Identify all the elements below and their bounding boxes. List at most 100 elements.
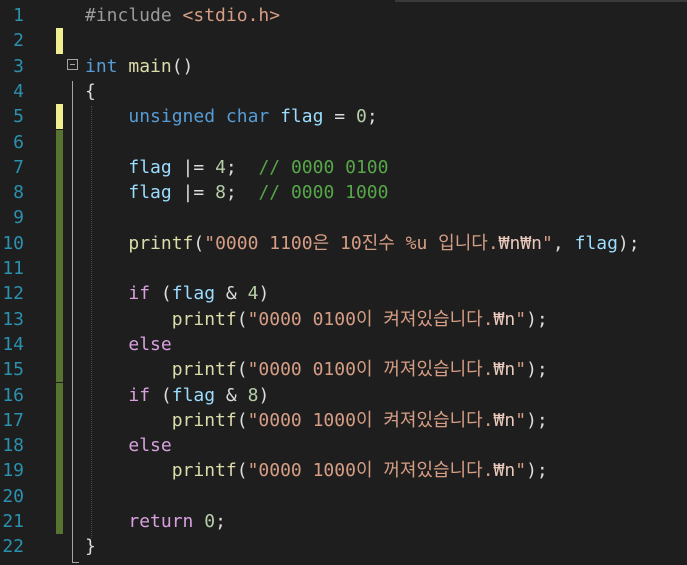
code-token: "	[515, 359, 527, 381]
line-number: 14	[2, 333, 24, 355]
code-line[interactable]: 12 if (flag & 4)	[0, 281, 687, 307]
code-token: ₩n	[493, 409, 516, 431]
code-text[interactable]: unsigned char flag = 0;	[85, 104, 377, 129]
line-number: 18	[2, 435, 24, 457]
code-line[interactable]: 21 return 0;	[0, 509, 687, 535]
code-token: (	[193, 232, 205, 254]
code-text[interactable]: printf("0000 0100이 꺼져있습니다.₩n");	[85, 357, 548, 382]
change-indicator	[56, 357, 63, 383]
line-number: 1	[13, 5, 24, 26]
code-line[interactable]: 17 printf("0000 1000이 켜져있습니다.₩n");	[0, 407, 687, 434]
code-token: "0000 0100이 켜져있습니다.	[247, 308, 494, 330]
change-indicator	[56, 458, 63, 484]
code-line[interactable]: 20	[0, 483, 687, 509]
code-text[interactable]: return 0;	[85, 509, 226, 534]
code-text[interactable]: flag |= 8; // 0000 1000	[85, 180, 388, 205]
line-number: 7	[13, 156, 24, 178]
change-indicator	[56, 382, 63, 408]
code-token: "0000 0100이 꺼져있습니다.	[247, 359, 494, 381]
code-token: &	[215, 384, 248, 406]
code-editor[interactable]: 1 #include <stdio.h> 2 3 int main() 4{5 unsig…	[0, 0, 687, 565]
code-line[interactable]: 11	[0, 256, 687, 282]
code-text[interactable]: flag |= 4; // 0000 0100	[85, 155, 388, 180]
code-token: "0000 1000이 켜져있습니다.	[247, 409, 494, 431]
code-line[interactable]: 7 flag |= 4; // 0000 0100	[0, 154, 687, 181]
code-token: 0	[355, 106, 367, 128]
collapse-icon[interactable]	[67, 58, 78, 70]
change-indicator	[56, 509, 63, 535]
code-line[interactable]: 5 unsigned char flag = 0;	[0, 104, 687, 130]
code-token: 4	[215, 156, 226, 178]
code-token: flag	[128, 182, 172, 204]
code-token: (	[236, 460, 248, 482]
code-token: );	[526, 308, 548, 330]
code-token: ,	[552, 232, 575, 254]
code-line[interactable]: 3 int main()	[0, 54, 687, 79]
code-line[interactable]: 15 printf("0000 0100이 꺼져있습니다.₩n");	[0, 357, 687, 383]
code-token: printf	[171, 409, 237, 431]
line-number: 11	[2, 258, 24, 279]
code-token: 8	[215, 182, 226, 204]
line-number: 15	[2, 359, 24, 381]
code-token: "	[542, 232, 553, 254]
code-token: return	[128, 511, 194, 532]
code-text[interactable]: printf("0000 0100이 켜져있습니다.₩n");	[85, 307, 548, 332]
code-token: ₩n	[493, 460, 516, 482]
code-text[interactable]: {	[85, 79, 96, 104]
code-token: (	[150, 283, 172, 305]
code-text[interactable]: }	[85, 534, 96, 559]
code-text[interactable]: printf("0000 1000이 꺼져있습니다.₩n");	[85, 458, 548, 483]
code-line[interactable]: 2	[0, 28, 687, 54]
fold-region-end	[72, 562, 79, 563]
code-text[interactable]: int main()	[85, 54, 193, 79]
code-token: "	[515, 308, 527, 330]
code-text[interactable]: if (flag & 8)	[85, 383, 269, 408]
code-line[interactable]: 22}	[0, 534, 687, 559]
code-token: ₩n₩n	[498, 232, 543, 254]
code-token: printf	[171, 359, 237, 381]
code-text[interactable]: #include <stdio.h>	[85, 3, 280, 28]
code-line[interactable]: 1 #include <stdio.h>	[0, 3, 687, 28]
code-text[interactable]: else	[85, 433, 171, 458]
code-line[interactable]: 6	[0, 129, 687, 155]
code-token: 8	[247, 384, 259, 406]
change-indicator	[56, 154, 63, 181]
code-token: flag	[574, 232, 618, 254]
code-line[interactable]: 10 printf("0000 1100은 10진수 %u 입니다.₩n₩n",…	[0, 230, 687, 256]
code-token: printf	[171, 308, 237, 330]
code-token: ₩n	[493, 359, 516, 381]
change-indicator	[56, 256, 63, 282]
code-token: ;	[215, 511, 226, 532]
code-token: // 0000 1000	[258, 182, 389, 204]
line-number: 13	[2, 308, 24, 330]
code-token: );	[526, 359, 548, 381]
code-text[interactable]: else	[85, 332, 171, 357]
code-line[interactable]: 14 else	[0, 331, 687, 358]
code-token: int	[85, 55, 118, 77]
code-token: )	[258, 384, 270, 406]
line-number: 17	[2, 409, 24, 431]
code-token: <stdio.h>	[182, 5, 281, 26]
code-line[interactable]: 18 else	[0, 433, 687, 459]
line-number: 3	[13, 55, 24, 77]
code-line[interactable]: 4{	[0, 79, 687, 104]
code-line[interactable]: 16 if (flag & 8)	[0, 382, 687, 408]
code-line[interactable]: 8 flag |= 8; // 0000 1000	[0, 180, 687, 206]
code-line[interactable]: 13 printf("0000 0100이 켜져있습니다.₩n");	[0, 306, 687, 332]
code-token: (	[236, 409, 248, 431]
code-line[interactable]: 9	[0, 205, 687, 231]
tab-strip-edge	[395, 0, 687, 2]
code-token: }	[85, 536, 96, 558]
code-line[interactable]: 19 printf("0000 1000이 꺼져있습니다.₩n");	[0, 458, 687, 484]
code-text[interactable]: if (flag & 4)	[85, 281, 269, 306]
code-text[interactable]: printf("0000 1100은 10진수 %u 입니다.₩n₩n", fl…	[85, 231, 639, 256]
code-text[interactable]: printf("0000 1000이 켜져있습니다.₩n");	[85, 408, 548, 433]
code-token: unsigned char	[128, 106, 270, 128]
change-indicator	[56, 104, 63, 130]
code-token: // 0000 0100	[258, 156, 389, 178]
